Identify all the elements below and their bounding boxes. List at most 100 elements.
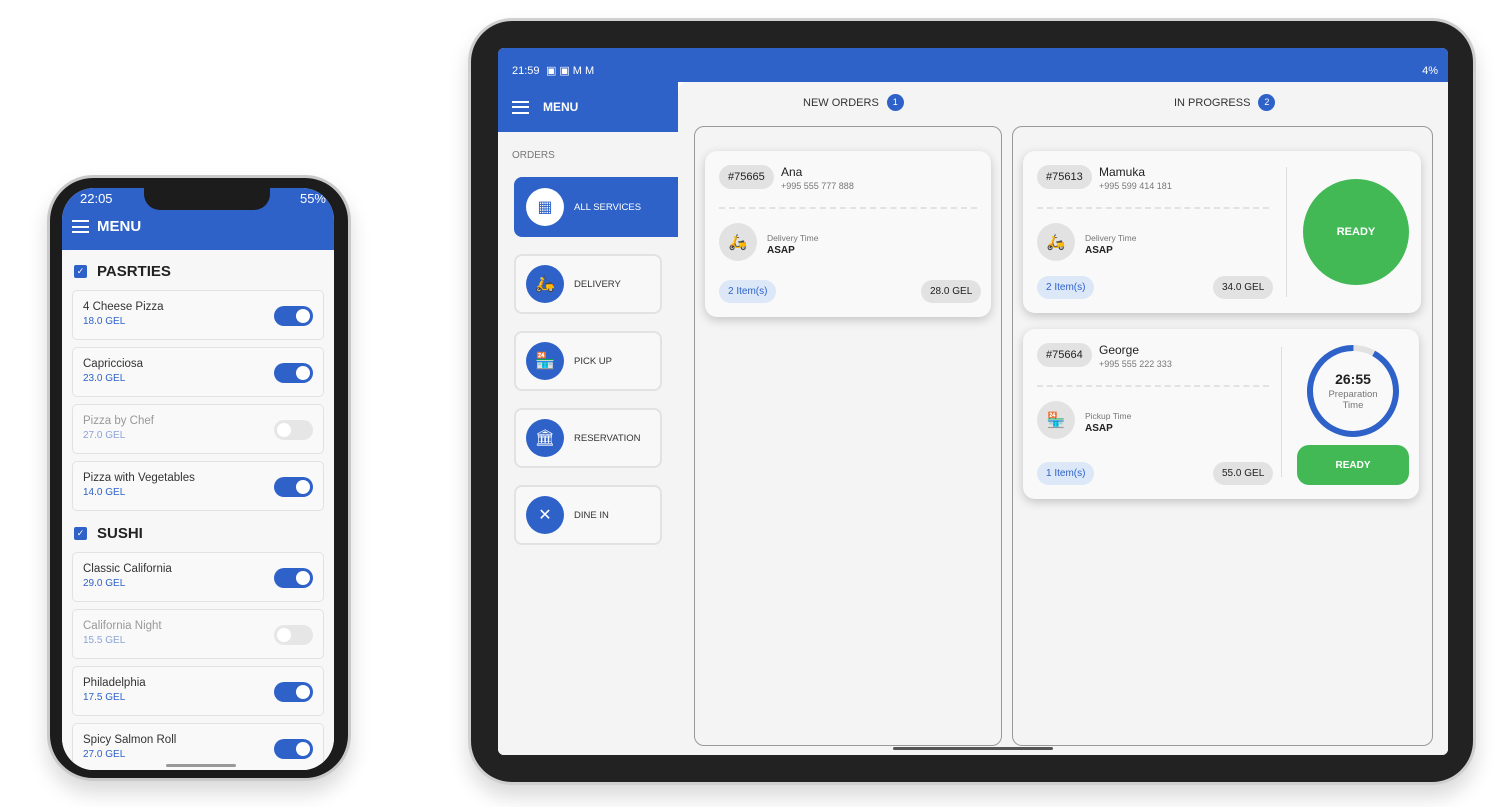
- order-id: #75664: [1037, 343, 1092, 367]
- price-badge: 55.0 GEL: [1213, 462, 1274, 485]
- phone-home-indicator: [166, 764, 236, 767]
- availability-toggle[interactable]: [274, 477, 313, 497]
- price-badge: 34.0 GEL: [1213, 276, 1274, 299]
- in-progress-column: #75613 Mamuka +995 599 414 181 🛵 Delivery Ti…: [1012, 126, 1433, 746]
- menu-item: Classic California 29.0 GEL: [72, 552, 324, 602]
- customer-phone: +995 555 777 888: [781, 181, 854, 191]
- service-label: RESERVATION: [574, 432, 641, 444]
- menu-item: 4 Cheese Pizza 18.0 GEL: [72, 290, 324, 340]
- time-label: Pickup Time: [1085, 411, 1132, 421]
- availability-toggle[interactable]: [274, 739, 313, 759]
- items-badge[interactable]: 1 Item(s): [1037, 462, 1095, 485]
- order-card[interactable]: #75664 George +995 555 222 333 🏪 Pickup Time…: [1023, 329, 1419, 499]
- service-dine-in[interactable]: ✕ DINE IN: [514, 485, 662, 545]
- order-card[interactable]: #75613 Mamuka +995 599 414 181 🛵 Delivery Ti…: [1023, 151, 1421, 313]
- ready-button[interactable]: READY: [1303, 179, 1409, 285]
- service-label: DINE IN: [574, 509, 609, 521]
- time-value: ASAP: [1085, 423, 1113, 434]
- cutlery-icon: ✕: [526, 496, 564, 534]
- time-label: Delivery Time: [767, 233, 819, 243]
- customer-name: Mamuka: [1099, 165, 1146, 179]
- menu-button[interactable]: MENU: [498, 82, 678, 132]
- category-header[interactable]: ✓ SUSHI: [72, 518, 324, 548]
- divider: [1281, 347, 1282, 477]
- service-delivery[interactable]: 🛵 DELIVERY: [514, 254, 662, 314]
- tablet-screen: 21:59 ▣▣MM 4% MENU ORDERS ▦ ALL SERVICES 🛵…: [498, 48, 1448, 755]
- service-reservation[interactable]: 🏛 RESERVATION: [514, 408, 662, 468]
- grid-icon: ▦: [526, 188, 564, 226]
- availability-toggle[interactable]: [274, 682, 313, 702]
- order-id: #75613: [1037, 165, 1092, 189]
- dashed-divider: [1037, 385, 1269, 387]
- scooter-icon: 🛵: [1037, 223, 1075, 261]
- hamburger-icon: [72, 220, 89, 233]
- timer-value: 26:55: [1335, 371, 1371, 387]
- status-time: 22:05: [80, 191, 113, 206]
- order-id: #75665: [719, 165, 774, 189]
- phone-screen: 22:05 55% MENU ✓ PASRTIES 4 Cheese Pizza 18…: [62, 188, 334, 770]
- column-title: IN PROGRESS: [1174, 96, 1251, 109]
- menu-item: Philadelphia 17.5 GEL: [72, 666, 324, 716]
- dashed-divider: [719, 207, 977, 209]
- order-card[interactable]: #75665 Ana +995 555 777 888 🛵 Delivery Time A…: [705, 151, 991, 317]
- service-label: PICK UP: [574, 355, 613, 367]
- pickup-icon: 🏪: [526, 342, 564, 380]
- notch: [144, 188, 270, 210]
- availability-toggle[interactable]: [274, 363, 313, 383]
- menu-title: MENU: [97, 218, 142, 235]
- customer-phone: +995 599 414 181: [1099, 181, 1172, 191]
- customer-name: Ana: [781, 165, 803, 179]
- items-badge[interactable]: 2 Item(s): [1037, 276, 1095, 299]
- scooter-icon: 🛵: [526, 265, 564, 303]
- service-pick-up[interactable]: 🏪 PICK UP: [514, 331, 662, 391]
- availability-toggle[interactable]: [274, 568, 313, 588]
- time-value: ASAP: [1085, 245, 1113, 256]
- service-all-services[interactable]: ▦ ALL SERVICES: [514, 177, 684, 237]
- category-name: PASRTIES: [97, 262, 171, 280]
- home-indicator: [893, 747, 1053, 750]
- dashed-divider: [1037, 207, 1269, 209]
- hamburger-icon: [512, 100, 529, 114]
- scooter-icon: 🛵: [719, 223, 757, 261]
- column-title-progress: IN PROGRESS 2: [1174, 94, 1276, 111]
- status-bar: 21:59 ▣▣MM 4%: [498, 48, 1448, 82]
- new-orders-column: #75665 Ana +995 555 777 888 🛵 Delivery Time A…: [694, 126, 1002, 746]
- menu-title: MENU: [543, 100, 579, 114]
- status-battery: 55%: [299, 191, 326, 206]
- menu-item: California Night 15.5 GEL: [72, 609, 324, 659]
- customer-phone: +995 555 222 333: [1099, 359, 1172, 369]
- menu-list: ✓ PASRTIES 4 Cheese Pizza 18.0 GEL Capriccio…: [62, 250, 334, 770]
- time-label: Delivery Time: [1085, 233, 1137, 243]
- sidebar: MENU ORDERS ▦ ALL SERVICES 🛵 DELIVERY 🏪 PICK …: [498, 82, 684, 755]
- divider: [1286, 167, 1287, 297]
- service-label: DELIVERY: [574, 278, 621, 290]
- menu-button[interactable]: MENU: [72, 218, 141, 235]
- items-badge[interactable]: 2 Item(s): [719, 280, 777, 303]
- menu-item: Pizza by Chef 27.0 GEL: [72, 404, 324, 454]
- phone-header: 22:05 55% MENU: [62, 188, 334, 250]
- timer-label: Preparation Time: [1328, 389, 1378, 411]
- availability-toggle[interactable]: [274, 306, 313, 326]
- count-badge: 1: [886, 94, 904, 111]
- status-time: 21:59: [512, 65, 540, 77]
- price-badge: 28.0 GEL: [921, 280, 982, 303]
- ready-button[interactable]: READY: [1297, 445, 1409, 485]
- status-battery: 4%: [1422, 65, 1438, 77]
- menu-item: Capricciosa 23.0 GEL: [72, 347, 324, 397]
- reservation-icon: 🏛: [526, 419, 564, 457]
- column-title-new: NEW ORDERS 1: [803, 94, 904, 111]
- column-title: NEW ORDERS: [803, 96, 879, 109]
- time-value: ASAP: [767, 245, 795, 256]
- customer-name: George: [1099, 343, 1140, 357]
- service-label: ALL SERVICES: [574, 201, 642, 213]
- checkbox-checked-icon[interactable]: ✓: [74, 264, 87, 278]
- pickup-icon: 🏪: [1037, 401, 1075, 439]
- count-badge: 2: [1258, 94, 1276, 111]
- category-name: SUSHI: [97, 524, 143, 542]
- checkbox-checked-icon[interactable]: ✓: [74, 526, 87, 540]
- category-header[interactable]: ✓ PASRTIES: [72, 256, 324, 286]
- availability-toggle[interactable]: [274, 625, 313, 645]
- availability-toggle[interactable]: [274, 420, 313, 440]
- section-label: ORDERS: [512, 150, 555, 161]
- orders-board: NEW ORDERS 1 IN PROGRESS 2 #75665 Ana +995 5…: [678, 82, 1448, 755]
